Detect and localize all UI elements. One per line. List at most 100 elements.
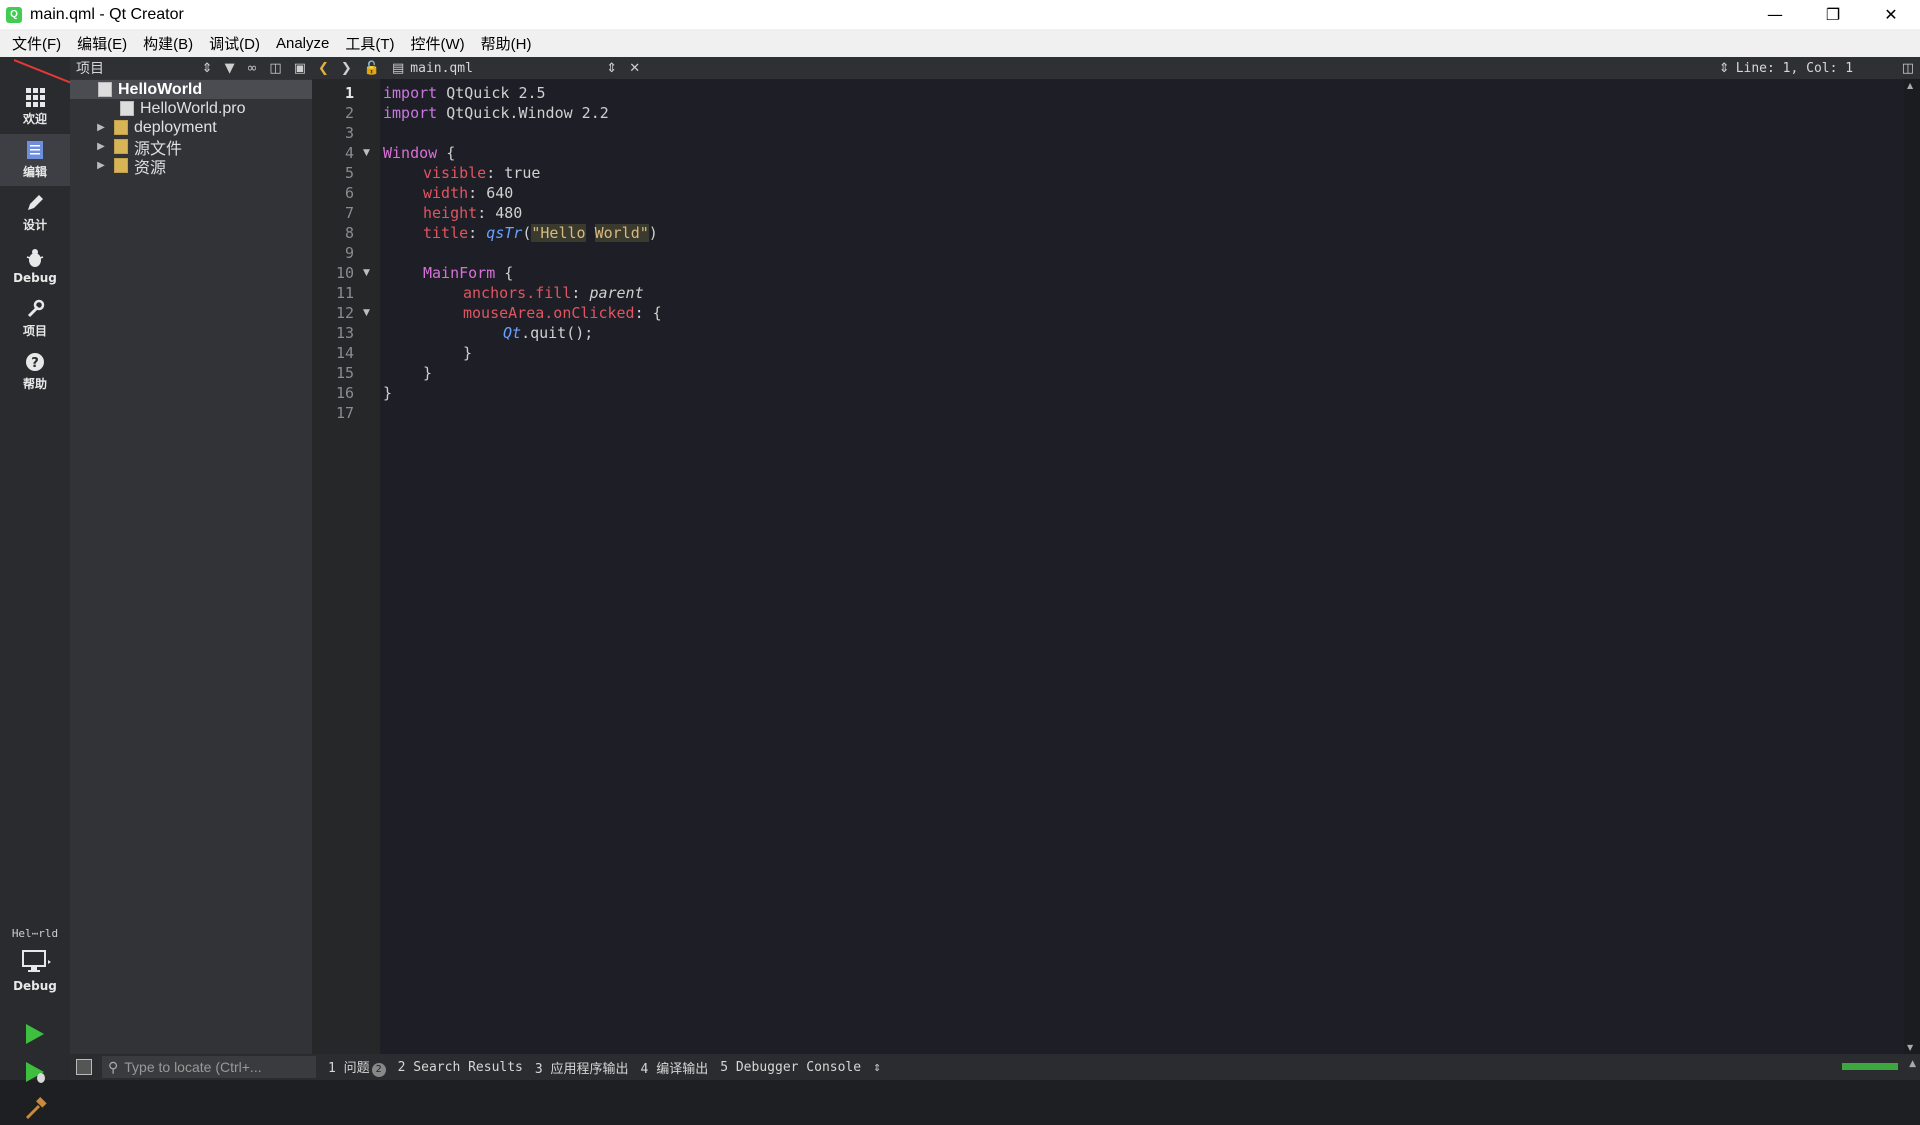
- code-editor[interactable]: import QtQuick 2.5 import QtQuick.Window…: [380, 79, 1904, 1054]
- code-text: .quit();: [521, 324, 594, 342]
- mode-help[interactable]: ? 帮助: [0, 346, 70, 398]
- run-button[interactable]: [24, 1023, 46, 1049]
- menu-build[interactable]: 构建(B): [135, 33, 201, 54]
- debug-run-button[interactable]: [24, 1061, 48, 1089]
- line-number: 15: [335, 364, 354, 382]
- code-line: Window {: [383, 143, 455, 163]
- code-text: {: [495, 264, 514, 282]
- sort-arrows-icon[interactable]: ⇕: [1719, 61, 1730, 76]
- sort-arrows-icon[interactable]: ⇕: [606, 61, 617, 76]
- code-text: }: [383, 384, 393, 402]
- split-editor-icon[interactable]: ◫: [1902, 61, 1914, 76]
- code-text: :: [571, 284, 590, 302]
- cursor-position[interactable]: Line: 1, Col: 1: [1736, 61, 1896, 76]
- restore-button[interactable]: ❐: [1804, 0, 1862, 29]
- close-panel-icon[interactable]: ▣: [294, 61, 306, 76]
- code-line: import QtQuick.Window 2.2: [383, 103, 609, 123]
- pencil-icon: [28, 195, 43, 210]
- code-line: import QtQuick 2.5: [383, 83, 546, 103]
- mode-label: 欢迎: [22, 112, 47, 126]
- menu-analyze[interactable]: Analyze: [268, 35, 337, 52]
- line-number: 1: [344, 84, 354, 102]
- menu-tools[interactable]: 工具(T): [337, 33, 402, 54]
- kit-build-mode: Debug: [13, 979, 57, 993]
- line-number: 4: [344, 144, 354, 162]
- split-icon[interactable]: ◫: [269, 61, 281, 76]
- menu-edit[interactable]: 编辑(E): [69, 33, 135, 54]
- mode-projects[interactable]: 项目: [0, 293, 70, 345]
- kit-selector[interactable]: [22, 950, 52, 978]
- code-text: : true: [486, 164, 541, 182]
- mode-design[interactable]: 设计: [0, 187, 70, 239]
- editor-scrollbar[interactable]: ▲ ▼: [1904, 79, 1920, 1054]
- build-button[interactable]: [24, 1097, 48, 1125]
- fold-arrow-icon[interactable]: ▼: [363, 143, 373, 163]
- filter-icon[interactable]: ▼: [225, 61, 235, 76]
- line-number: 2: [344, 104, 354, 122]
- tab-app-output[interactable]: 3 应用程序输出: [535, 1058, 629, 1077]
- code-line: width: 640: [423, 183, 513, 203]
- line-number: 6: [344, 184, 354, 202]
- link-icon[interactable]: ∞: [247, 61, 258, 76]
- monitor-icon: [22, 950, 51, 972]
- toggle-sidebar-icon[interactable]: [76, 1059, 92, 1075]
- tab-search-results[interactable]: 2 Search Results: [398, 1060, 523, 1075]
- code-text: : 480: [477, 204, 523, 222]
- folder-icon: [114, 120, 128, 135]
- menu-widgets[interactable]: 控件(W): [403, 33, 473, 54]
- fold-arrow-icon[interactable]: ▼: [363, 303, 373, 323]
- mode-edit[interactable]: 编辑: [0, 134, 70, 186]
- sort-arrows-icon[interactable]: ⇕: [202, 61, 213, 76]
- code-text: }: [423, 364, 433, 382]
- scroll-down-icon[interactable]: ▼: [1907, 1043, 1913, 1052]
- lock-icon[interactable]: 🔓: [364, 61, 380, 76]
- document-icon: [27, 141, 43, 159]
- menu-bar: 文件(F) 编辑(E) 构建(B) 调试(D) Analyze 工具(T) 控件…: [0, 29, 1920, 57]
- tab-debugger-console[interactable]: 5 Debugger Console: [720, 1060, 861, 1075]
- menu-debug[interactable]: 调试(D): [201, 33, 268, 54]
- line-number: 5: [344, 164, 354, 182]
- expand-up-icon[interactable]: ▲: [1909, 1059, 1916, 1069]
- open-file-selector[interactable]: main.qml: [410, 61, 600, 76]
- code-text: : 640: [468, 184, 514, 202]
- search-icon: ⚲: [108, 1058, 119, 1075]
- minimize-button[interactable]: —: [1746, 0, 1804, 29]
- tab-issues[interactable]: 1 问题 2: [328, 1057, 386, 1077]
- more-tabs-arrows-icon[interactable]: ⇕: [873, 1060, 881, 1075]
- menu-help[interactable]: 帮助(H): [473, 33, 540, 54]
- nav-forward-icon[interactable]: ❯: [341, 61, 352, 76]
- expand-arrow-icon[interactable]: ▶: [96, 160, 106, 171]
- close-file-icon[interactable]: ✕: [629, 61, 640, 76]
- folder-icon: [114, 139, 128, 154]
- tree-item-resources[interactable]: ▶ 资源: [70, 156, 312, 177]
- code-line: Qt.quit();: [503, 323, 593, 343]
- close-button[interactable]: ✕: [1862, 0, 1920, 29]
- mode-debug[interactable]: Debug: [0, 240, 70, 292]
- menu-file[interactable]: 文件(F): [0, 33, 69, 54]
- tree-item-sources[interactable]: ▶ 源文件: [70, 137, 312, 158]
- issue-count-badge: 2: [371, 1063, 386, 1077]
- scroll-up-icon[interactable]: ▲: [1907, 81, 1913, 90]
- code-text: {: [437, 144, 456, 162]
- tree-item-label: 资源: [134, 159, 167, 177]
- locator-input[interactable]: ⚲ Type to locate (Ctrl+...: [102, 1056, 316, 1078]
- bug-icon: [26, 248, 44, 267]
- property: height: [423, 204, 478, 222]
- window-controls: — ❐ ✕: [1746, 0, 1920, 29]
- fold-arrow-icon[interactable]: ▼: [363, 263, 373, 283]
- tree-item-helloworld[interactable]: HelloWorld: [70, 80, 312, 99]
- folder-icon: [114, 158, 128, 173]
- expand-arrow-icon[interactable]: ▶: [96, 122, 106, 133]
- code-line: title: qsTr("Hello World"): [423, 223, 658, 243]
- property: visible: [423, 164, 487, 182]
- line-number: 16: [335, 384, 354, 402]
- project-view-selector[interactable]: 项目: [76, 58, 196, 78]
- nav-back-icon[interactable]: ❮: [318, 61, 329, 76]
- line-number: 8: [344, 224, 354, 242]
- expand-arrow-icon[interactable]: ▶: [96, 141, 106, 152]
- tree-item-pro-file[interactable]: HelloWorld.pro: [70, 99, 312, 118]
- tree-item-deployment[interactable]: ▶ deployment: [70, 118, 312, 137]
- tab-compile-output[interactable]: 4 编译输出: [641, 1058, 709, 1077]
- line-number: 10: [335, 264, 354, 282]
